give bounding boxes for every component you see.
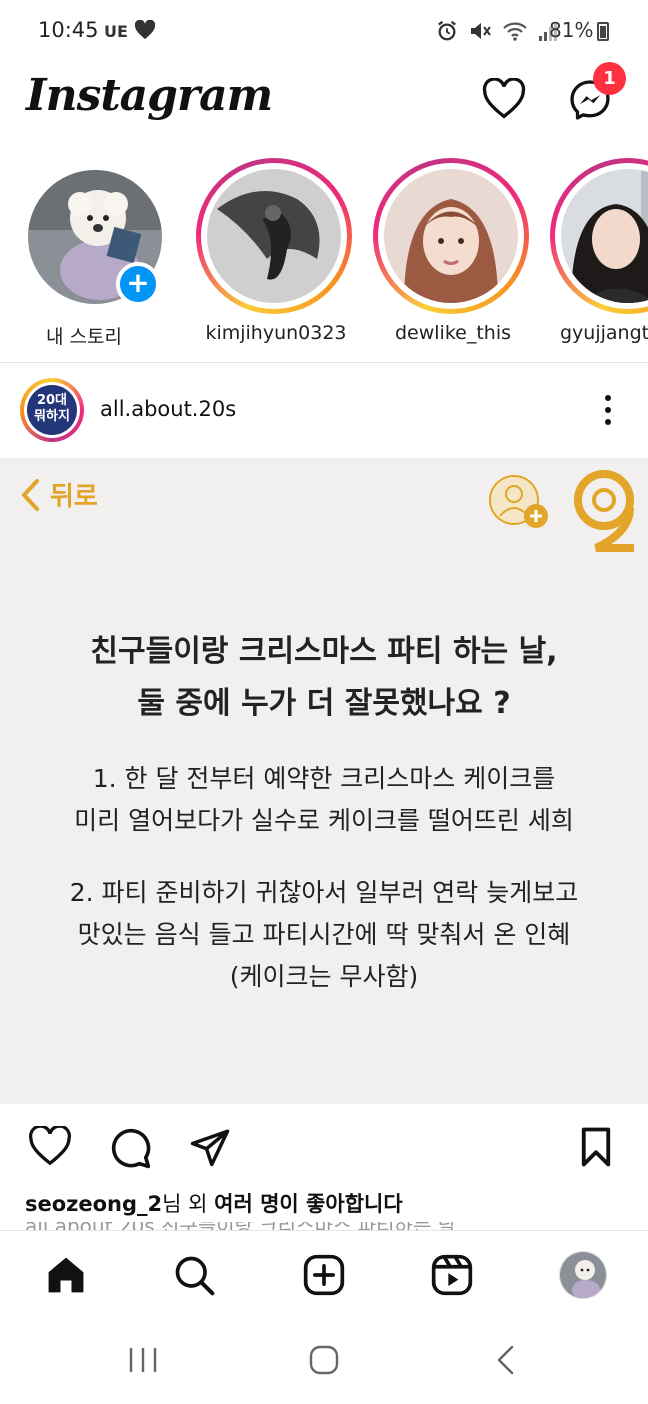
story-ring: [550, 158, 648, 314]
option-2: 2. 파티 준비하기 귀찮아서 일부러 연락 늦게보고 맛있는 음식 들고 파티…: [0, 872, 648, 998]
likes-user[interactable]: seozeong_2: [25, 1192, 162, 1216]
profile-avatar[interactable]: [559, 1251, 607, 1299]
title-line: 친구들이랑 크리스마스 파티 하는 날,: [90, 634, 558, 669]
story-ring: [373, 158, 529, 314]
post-username[interactable]: all.about.20s: [100, 397, 236, 421]
chevron-left-icon: [22, 478, 39, 511]
divider: [0, 362, 648, 363]
likes-suffix: 님 외: [162, 1192, 215, 1216]
add-story-button[interactable]: +: [116, 262, 160, 306]
story-name: kimjihyun0323: [205, 322, 347, 344]
reels-icon[interactable]: [430, 1253, 474, 1301]
back-button-graphic: 뒤로: [20, 476, 98, 513]
more-options-icon[interactable]: [604, 394, 612, 430]
avatar-text-1: 20대: [36, 393, 68, 408]
status-time: 10:45: [38, 18, 99, 42]
battery-icon: [597, 22, 609, 41]
option-line: 미리 열어보다가 실수로 케이크를 떨어뜨린 세희: [74, 806, 574, 835]
home-icon[interactable]: [44, 1253, 88, 1301]
post-header: 20대 뭐하지 all.about.20s: [0, 364, 648, 458]
story-name: gyujjangt: [560, 322, 648, 344]
option-line: (케이크는 무사함): [229, 962, 419, 991]
story-avatar: [384, 169, 518, 303]
person-add-icon: [488, 472, 552, 536]
post-image[interactable]: 뒤로 친구들이랑 크리스마스 파티 하는 날, 둘 중에 누가 더 잘못했나요 …: [0, 458, 648, 1104]
comment-icon[interactable]: [108, 1126, 152, 1174]
story-avatar: [207, 169, 341, 303]
wifi-icon: [502, 20, 528, 46]
bottom-navigation: [0, 1230, 648, 1322]
share-send-icon[interactable]: [188, 1126, 232, 1172]
stories-tray: + 내 스토리 kimjihyun0323 dewlike_this gyujj…: [0, 158, 648, 363]
heart-status-icon: [134, 19, 156, 44]
system-navigation: [0, 1322, 648, 1404]
post-avatar-logo: 20대 뭐하지: [27, 385, 77, 435]
notifications-heart-icon[interactable]: [482, 77, 526, 124]
avatar-text-2: 뭐하지: [34, 409, 70, 424]
option-line: 1. 한 달 전부터 예약한 크리스마스 케이크를: [92, 764, 556, 793]
mute-icon: [468, 20, 492, 46]
carrier-label: UE: [104, 22, 128, 41]
like-heart-icon[interactable]: [28, 1124, 72, 1170]
battery-percent: 81%: [549, 18, 594, 42]
option-line: 2. 파티 준비하기 귀찮아서 일부러 연락 늦게보고: [69, 878, 579, 907]
create-post-icon[interactable]: [302, 1253, 346, 1301]
post-actions: [0, 1104, 648, 1188]
bookmark-icon[interactable]: [578, 1126, 614, 1172]
caption-text: all.about.20s 친구들이랑 크리스마스 파티하는 날: [25, 1222, 456, 1230]
home-button-icon[interactable]: [308, 1344, 340, 1380]
story-ring: [196, 158, 352, 314]
likes-summary[interactable]: seozeong_2님 외 여러 명이 좋아합니다: [25, 1188, 403, 1218]
option-1: 1. 한 달 전부터 예약한 크리스마스 케이크를 미리 열어보다가 실수로 케…: [0, 758, 648, 842]
post-question-title: 친구들이랑 크리스마스 파티 하는 날, 둘 중에 누가 더 잘못했나요 ?: [0, 626, 648, 730]
alarm-icon: [436, 20, 458, 46]
status-bar: 10:45 UE 81%: [0, 0, 648, 62]
back-label: 뒤로: [50, 482, 98, 512]
system-icons: [436, 20, 558, 46]
likes-others[interactable]: 여러 명이 좋아합니다: [214, 1192, 403, 1216]
recent-apps-icon[interactable]: [128, 1344, 158, 1380]
title-line: 둘 중에 누가 더 잘못했나요 ?: [137, 686, 511, 721]
story-name: dewlike_this: [394, 322, 512, 344]
search-icon[interactable]: [172, 1253, 216, 1301]
back-nav-icon[interactable]: [494, 1344, 516, 1380]
option-line: 맛있는 음식 들고 파티시간에 딱 맞춰서 온 인혜: [77, 920, 571, 949]
caption-preview: all.about.20s 친구들이랑 크리스마스 파티하는 날: [25, 1222, 625, 1230]
instagram-logo[interactable]: Instagram: [26, 70, 273, 121]
brand-logo-icon: [572, 468, 636, 568]
post-avatar[interactable]: 20대 뭐하지: [20, 378, 84, 442]
story-name: 내 스토리: [46, 326, 122, 348]
app-header: Instagram: [0, 62, 648, 146]
message-count-badge: 1: [593, 62, 626, 95]
